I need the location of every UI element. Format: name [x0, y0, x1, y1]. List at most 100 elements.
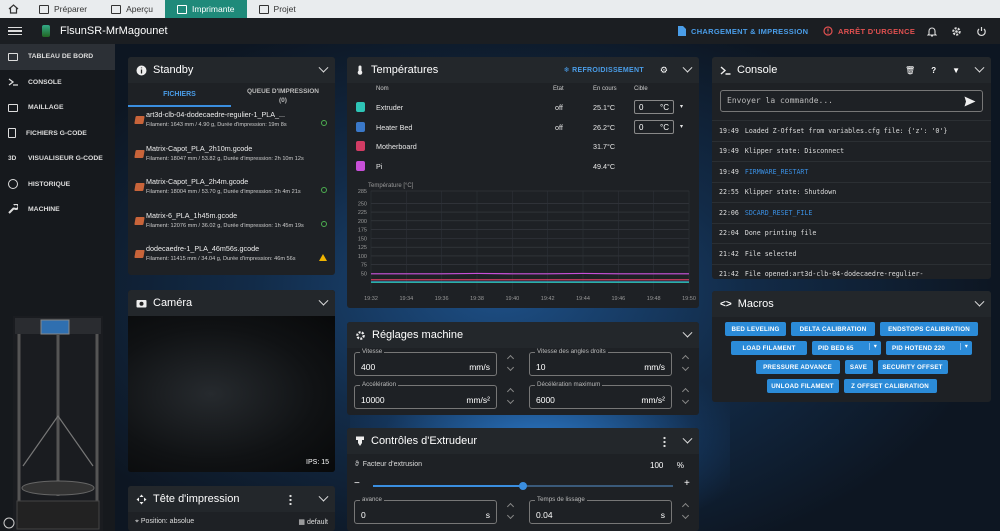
tab-files[interactable]: FICHIERS [128, 83, 231, 107]
console-message: Loaded Z-Offset from variables.cfg file:… [744, 126, 948, 135]
console-command[interactable]: FIRMWARE_RESTART [745, 168, 809, 176]
flow-decrease-button[interactable]: − [354, 478, 360, 489]
file-list-item[interactable]: Matrix-6_PLA_1h45m.gcode Filament: 12076 … [128, 209, 335, 243]
chart-y-tick: 75 [361, 263, 367, 269]
gcode-file-icon [134, 149, 145, 158]
console-timestamp: 21:42 [719, 249, 739, 258]
tab-projet[interactable]: Projet [247, 0, 308, 18]
chart-x-tick: 19:38 [470, 296, 484, 302]
macro-button[interactable]: UNLOAD FILAMENT [766, 379, 839, 393]
heater-target-input[interactable]: 0 °C [634, 119, 674, 134]
collapse-chevron-icon[interactable] [682, 62, 693, 73]
chart-x-tick: 19:50 [682, 296, 696, 302]
console-message: Klipper state: Disconnect [744, 147, 845, 156]
macro-button[interactable]: LOAD FILAMENT [731, 341, 807, 355]
file-list-item[interactable]: art3d-clb-04-dodecaedre-regulier-1_PLA_.… [128, 108, 335, 142]
file-list-item[interactable]: Matrix-Capot_PLA_2h10m.gcode Filament: 18… [128, 142, 335, 176]
macro-button[interactable]: Z OFFSET CALIBRATION [843, 379, 937, 393]
upload-print-button[interactable]: CHARGEMENT & IMPRESSION [678, 18, 808, 44]
sidebar-item-mesh[interactable]: MAILLAGE [0, 95, 115, 121]
sqv-stepper[interactable] [681, 352, 690, 376]
thermometer-icon [356, 141, 365, 151]
macro-button[interactable]: BED LEVELING [725, 322, 786, 336]
bell-icon[interactable] [927, 18, 937, 44]
macro-button[interactable]: SAVE [844, 360, 873, 374]
gear-icon[interactable]: ⚙ [660, 65, 668, 76]
smooth-time-field[interactable]: Temps de lissage 0.04 s [529, 496, 672, 524]
tab-apercu[interactable]: Aperçu [99, 0, 165, 18]
console-message: File selected [744, 249, 797, 258]
speed-stepper[interactable] [506, 352, 515, 376]
speed-field[interactable]: Vitesse 400 mm/s [354, 348, 497, 376]
sidebar-item-console[interactable]: CONSOLE [0, 70, 115, 96]
file-name: Matrix-6_PLA_1h45m.gcode [146, 210, 238, 220]
square-corner-velocity-field[interactable]: Vitesse des angles droits 10 mm/s [529, 348, 672, 376]
emergency-stop-button[interactable]: ARRÊT D'URGENCE [823, 18, 915, 44]
heater-name: Extruder [376, 103, 404, 112]
sidebar-item-dashboard[interactable]: TABLEAU DE BORD [0, 44, 115, 70]
tab-preparer[interactable]: Préparer [27, 0, 99, 18]
power-icon[interactable] [976, 18, 987, 44]
filter-icon[interactable]: ▼ [952, 66, 960, 75]
accel-stepper[interactable] [506, 385, 515, 409]
tab-imprimante[interactable]: Imprimante [165, 0, 247, 18]
more-options-icon[interactable] [289, 493, 292, 505]
advance-stepper[interactable] [506, 500, 515, 524]
menu-icon[interactable] [8, 26, 22, 36]
collapse-chevron-icon[interactable] [974, 62, 985, 73]
macro-button[interactable]: SECURITY OFFSET [877, 360, 948, 374]
preset-dropdown-icon[interactable]: ▾ [680, 123, 683, 130]
console-line: 21:42 File opened:art3d-clb-04-dodecaedre… [712, 263, 991, 280]
file-name: art3d-clb-04-dodecaedre-regulier-1_PLA_.… [146, 110, 286, 119]
tab-print-queue[interactable]: QUEUE D'IMPRESSION (0) [231, 83, 335, 107]
macro-button[interactable]: PRESSURE ADVANCE [755, 360, 840, 374]
macro-button[interactable]: PID BED 65 ▾ [812, 341, 881, 355]
console-input[interactable]: Envoyer la commande... [720, 90, 983, 112]
sidebar-item-gcode-viewer[interactable]: 3D VISUALISEUR G-CODE [0, 146, 115, 172]
send-icon[interactable] [964, 96, 976, 107]
macro-button[interactable]: ENDSTOPS CALIBRATION [880, 322, 978, 336]
cooldown-button[interactable]: ❄ REFROIDISSEMENT [564, 66, 644, 74]
settings-icon[interactable] [951, 18, 962, 44]
collapse-chevron-icon[interactable] [318, 295, 329, 306]
macros-header: <> Macros [712, 291, 991, 317]
flow-slider-thumb[interactable] [519, 482, 527, 490]
collapse-chevron-icon[interactable] [682, 433, 693, 444]
heater-target-input[interactable]: 0 °C [634, 100, 674, 114]
flow-increase-button[interactable]: + [684, 478, 690, 489]
dropdown-icon[interactable]: ▾ [868, 343, 877, 350]
decel-stepper[interactable] [681, 385, 690, 409]
sidebar-item-gcode-files[interactable]: FICHIERS G-CODE [0, 121, 115, 147]
console-line: 22:06 SDCARD_RESET_FILE [712, 202, 991, 223]
preset-dropdown-icon[interactable]: ▾ [680, 103, 683, 110]
sidebar-item-machine[interactable]: MACHINE [0, 197, 115, 223]
console-command[interactable]: SDCARD_RESET_FILE [745, 209, 813, 217]
file-list-item[interactable]: Matrix-Capot_PLA_2h4m.gcode Filament: 180… [128, 175, 335, 209]
flow-input[interactable]: 100 % [650, 459, 690, 473]
max-deceleration-field[interactable]: Décélération maximum 6000 mm/s² [529, 381, 672, 409]
more-options-icon[interactable] [663, 435, 666, 447]
file-icon [8, 128, 16, 139]
pressure-advance-field[interactable]: avance 0 s [354, 496, 497, 524]
collapse-chevron-icon[interactable] [318, 491, 329, 502]
collapse-chevron-icon[interactable] [974, 296, 985, 307]
file-list-item[interactable]: dodecaedre-1_PLA_46m56s.gcode Filament: 1… [128, 242, 335, 275]
macro-button[interactable]: DELTA CALIBRATION [791, 322, 875, 336]
dropdown-icon[interactable]: ▾ [959, 343, 968, 350]
check-circle-icon [321, 187, 327, 193]
smooth-time-stepper[interactable] [681, 500, 690, 524]
chart-y-tick: 175 [358, 228, 367, 234]
help-icon[interactable]: ? [931, 66, 936, 75]
collapse-chevron-icon[interactable] [682, 327, 693, 338]
sidebar-item-history[interactable]: HISTORIQUE [0, 172, 115, 198]
chart-y-tick: 150 [358, 236, 367, 242]
heater-name: Pi [376, 161, 383, 171]
collapse-chevron-icon[interactable] [318, 62, 329, 73]
macro-button[interactable]: PID HOTEND 220 ▾ [886, 341, 972, 355]
printer-logo [42, 25, 50, 37]
acceleration-field[interactable]: Accélération 10000 mm/s² [354, 381, 497, 409]
home-icon[interactable] [0, 0, 27, 18]
trash-icon[interactable]: 🗑 [905, 66, 915, 75]
machine-settings-header: Réglages machine [347, 322, 699, 348]
flow-slider[interactable] [373, 482, 673, 490]
